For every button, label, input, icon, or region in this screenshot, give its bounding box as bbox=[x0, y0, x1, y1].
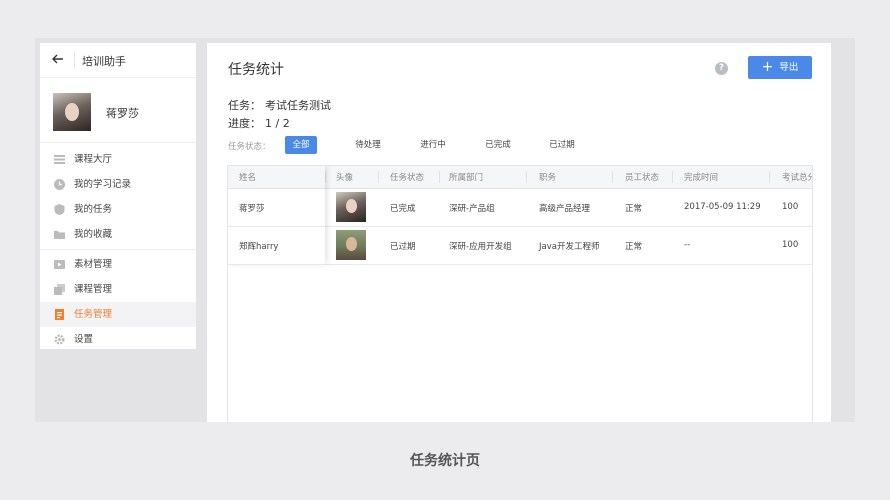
app-title: 培训助手 bbox=[82, 55, 126, 68]
filter-pending[interactable]: 待处理 bbox=[350, 136, 386, 154]
export-label: 导出 bbox=[779, 62, 799, 73]
sidebar-item-label: 设置 bbox=[74, 334, 94, 345]
avatar bbox=[53, 93, 91, 131]
column-header-dept[interactable]: 所属部门 bbox=[449, 171, 483, 183]
cell-status: 已过期 bbox=[390, 242, 416, 252]
column-divider bbox=[439, 171, 440, 183]
sidebar-menu: 课程大厅 我的学习记录 我的任务 我的收藏 素材管理 课程管理 任务管理 设置 bbox=[40, 143, 196, 352]
column-header-finish-time[interactable]: 完成时间 bbox=[684, 171, 718, 183]
progress-value: 1 / 2 bbox=[265, 117, 290, 130]
cell-emp-status: 正常 bbox=[625, 242, 643, 252]
sidebar-item-my-tasks[interactable]: 我的任务 bbox=[40, 197, 196, 222]
cell-name: 郑辉harry bbox=[239, 242, 279, 252]
back-arrow-icon[interactable] bbox=[51, 52, 65, 66]
help-icon[interactable]: ? bbox=[715, 62, 728, 75]
column-divider bbox=[526, 171, 527, 183]
export-button[interactable]: + 导出 bbox=[748, 56, 812, 79]
gear-icon bbox=[54, 334, 65, 345]
avatar bbox=[336, 192, 366, 222]
sidebar-item-course-manage[interactable]: 课程管理 bbox=[40, 277, 196, 302]
sidebar-item-label: 素材管理 bbox=[74, 259, 113, 270]
filter-expired[interactable]: 已过期 bbox=[544, 136, 580, 154]
cell-score: 100 bbox=[782, 202, 799, 212]
progress-label: 进度： bbox=[228, 117, 261, 130]
name-cell-row[interactable]: 郑辉harry bbox=[228, 227, 325, 265]
task-label: 任务： bbox=[228, 99, 261, 112]
filter-completed[interactable]: 已完成 bbox=[480, 136, 516, 154]
task-info: 任务： 考试任务测试 bbox=[228, 97, 331, 113]
cell-position: Java开发工程师 bbox=[539, 242, 600, 252]
user-profile: 蒋罗莎 bbox=[40, 78, 196, 143]
task-doc-icon bbox=[55, 309, 64, 320]
cell-dept: 深研-产品组 bbox=[449, 204, 495, 214]
sidebar-header: 培训助手 bbox=[40, 43, 196, 78]
page-caption: 任务统计页 bbox=[410, 453, 480, 469]
sidebar-item-label: 任务管理 bbox=[74, 309, 113, 320]
main-panel: 任务统计 ? + 导出 任务： 考试任务测试 进度： 1 / 2 任务状态： 全部 待… bbox=[207, 43, 831, 423]
sidebar: 培训助手 蒋罗莎 课程大厅 我的学习记录 我的任务 我的收藏 素材管理 课程管理 bbox=[40, 43, 196, 349]
cell-finish-time: 2017-05-09 11:29 bbox=[684, 202, 761, 212]
task-table: 头像 任务状态 所属部门 职务 员工状态 完成时间 考试总分 已完成 深研-产品… bbox=[227, 165, 813, 423]
column-header-emp-status[interactable]: 员工状态 bbox=[625, 171, 659, 183]
name-cell-row[interactable]: 蒋罗莎 bbox=[228, 189, 325, 227]
column-divider bbox=[325, 171, 326, 183]
sidebar-item-settings[interactable]: 设置 bbox=[40, 327, 196, 352]
cell-position: 高级产品经理 bbox=[539, 204, 591, 214]
sidebar-item-favorites[interactable]: 我的收藏 bbox=[40, 222, 196, 247]
copy-icon bbox=[54, 284, 65, 295]
sidebar-item-label: 我的学习记录 bbox=[74, 179, 132, 190]
cell-finish-time: -- bbox=[684, 240, 691, 250]
column-divider bbox=[612, 171, 613, 183]
shield-icon bbox=[54, 204, 65, 215]
sidebar-item-course-hall[interactable]: 课程大厅 bbox=[40, 147, 196, 172]
filter-in-progress[interactable]: 进行中 bbox=[415, 136, 451, 154]
page-title: 任务统计 bbox=[228, 62, 284, 78]
sidebar-item-label: 我的收藏 bbox=[74, 229, 113, 240]
cell-emp-status: 正常 bbox=[625, 204, 643, 214]
cell-score: 100 bbox=[782, 240, 799, 250]
sidebar-item-label: 课程管理 bbox=[74, 284, 113, 295]
sidebar-item-label: 我的任务 bbox=[74, 204, 113, 215]
menu-divider bbox=[40, 249, 196, 250]
clock-icon bbox=[54, 179, 65, 190]
column-divider bbox=[378, 171, 379, 183]
fixed-name-column: 姓名 蒋罗莎 郑辉harry bbox=[228, 166, 325, 265]
sidebar-item-materials[interactable]: 素材管理 bbox=[40, 252, 196, 277]
filter-all[interactable]: 全部 bbox=[285, 136, 317, 154]
cell-dept: 深研-应用开发组 bbox=[449, 242, 512, 252]
sidebar-item-task-manage[interactable]: 任务管理 bbox=[40, 302, 196, 327]
fixed-column-header: 姓名 bbox=[228, 166, 325, 189]
user-name: 蒋罗莎 bbox=[106, 107, 139, 120]
media-icon bbox=[54, 260, 65, 269]
plus-icon: + bbox=[761, 59, 774, 75]
column-header-score[interactable]: 考试总分 bbox=[782, 171, 812, 183]
column-divider bbox=[769, 171, 770, 183]
list-icon bbox=[54, 155, 65, 164]
column-header-status[interactable]: 任务状态 bbox=[390, 171, 424, 183]
task-value: 考试任务测试 bbox=[265, 99, 331, 112]
sidebar-item-study-record[interactable]: 我的学习记录 bbox=[40, 172, 196, 197]
column-header-name[interactable]: 姓名 bbox=[239, 171, 256, 183]
header-divider bbox=[74, 51, 75, 69]
folder-icon bbox=[54, 231, 65, 239]
avatar bbox=[336, 230, 366, 260]
filter-label: 任务状态： bbox=[228, 142, 271, 152]
column-header-avatar[interactable]: 头像 bbox=[336, 171, 353, 183]
sidebar-item-label: 课程大厅 bbox=[74, 154, 113, 165]
progress-info: 进度： 1 / 2 bbox=[228, 115, 290, 131]
column-header-position[interactable]: 职务 bbox=[539, 171, 556, 183]
column-divider bbox=[672, 171, 673, 183]
cell-status: 已完成 bbox=[390, 204, 416, 214]
cell-name: 蒋罗莎 bbox=[239, 204, 265, 214]
